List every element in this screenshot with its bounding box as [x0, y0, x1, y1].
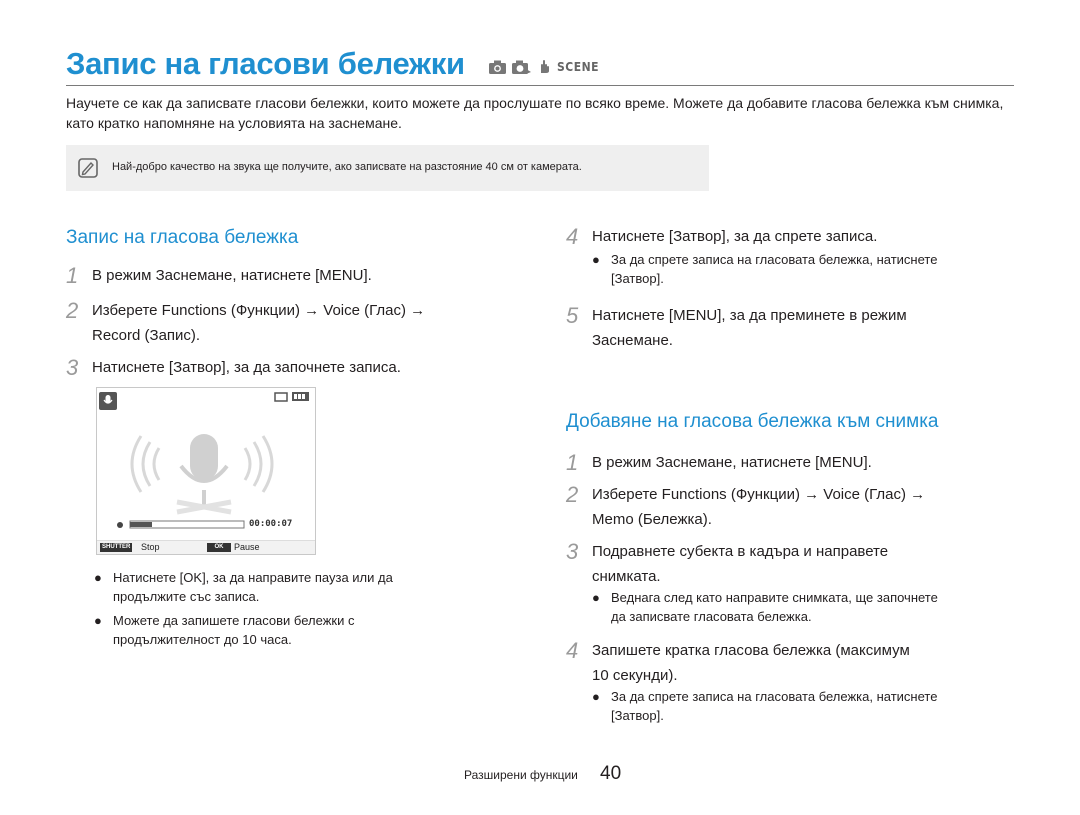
left-step-2: 2 Изберете Functions (Функции) → Voice (… — [66, 298, 425, 348]
step-text-cont: Memo (Бележка). — [592, 511, 712, 528]
section-heading-record: Запис на гласова бележка — [66, 227, 299, 248]
step-number: 5 — [566, 303, 579, 328]
left-step-1: 1 В режим Заснемане, натиснете [MENU]. — [66, 263, 372, 288]
pause-label: Pause — [234, 542, 260, 552]
stop-label: Stop — [141, 542, 160, 552]
step-number: 2 — [66, 298, 79, 323]
left-bullet-2: ● Можете да запишете гласови бележки с пр… — [94, 613, 355, 647]
step-text: Натиснете [Затвор], за да започнете запи… — [92, 359, 401, 376]
bullet-text-cont: продължите със записа. — [113, 589, 260, 604]
recording-time: 00:00:07 — [249, 519, 293, 529]
step-text: В режим Заснемане, натиснете [MENU]. — [592, 454, 872, 471]
step-number: 1 — [566, 450, 579, 475]
step-text: Подравнете субекта в кадъра и направете — [592, 543, 889, 560]
step-text: В режим Заснемане, натиснете [MENU]. — [92, 267, 372, 284]
step-number: 3 — [566, 539, 579, 564]
bullet-text: Можете да запишете гласови бележки с — [113, 613, 355, 628]
bullet-text: Веднага след като направите снимката, ще… — [611, 590, 938, 605]
step-text-cont: 10 секунди). — [592, 667, 678, 684]
right-step-b3-bullet: ● Веднага след като направите снимката, … — [592, 590, 938, 624]
scene-icon: SCENE — [557, 59, 599, 74]
bullet-text-cont: да записвате гласовата бележка. — [611, 609, 812, 624]
step-text-cont: Record (Запис). — [92, 327, 201, 344]
step-text: Изберете Functions (Функции) → Voice (Гл… — [92, 302, 426, 319]
bullet-text-cont: [Затвор]. — [611, 708, 664, 723]
step-text-cont: снимката. — [592, 568, 661, 585]
bullet-text: Натиснете [OK], за да направите пауза ил… — [113, 570, 393, 585]
shutter-key-icon: SHUTTER — [100, 543, 133, 552]
page-number: 40 — [600, 763, 622, 784]
right-step-4: 4 Натиснете [Затвор], за да спрете запис… — [566, 224, 877, 249]
bullet-text-cont: [Затвор]. — [611, 271, 664, 286]
title-divider — [66, 85, 1014, 86]
intro-text: Научете се как да записвате гласови беле… — [66, 95, 1004, 131]
right-step-b4-bullet: ● За да спрете записа на гласовата бележ… — [592, 689, 938, 723]
ok-key-icon: OK — [207, 543, 231, 552]
step-number: 2 — [566, 482, 579, 507]
camera-key-bar: SHUTTER Stop OK Pause — [97, 540, 315, 554]
bullet-text: За да спрете записа на гласовата бележка… — [611, 252, 938, 267]
step-text-cont: Заснемане. — [592, 332, 673, 349]
section-heading-add-to-photo: Добавяне на гласова бележка към снимка — [566, 411, 939, 432]
footer-section: Разширени функции — [464, 768, 578, 782]
right-step-4-bullet: ● За да спрете записа на гласовата бележ… — [592, 252, 938, 286]
note-icon — [78, 158, 98, 178]
bullet-text-cont: продължителност до 10 часа. — [113, 632, 292, 647]
note-text: Най-добро качество на звука ще получите,… — [112, 161, 582, 173]
right-step-b4: 4 Запишете кратка гласова бележка (макси… — [566, 638, 910, 688]
right-step-b2: 2 Изберете Functions (Функции) → Voice (… — [566, 482, 925, 532]
step-text: Изберете Functions (Функции) → Voice (Гл… — [592, 486, 926, 503]
left-step-3: 3 Натиснете [Затвор], за да започнете за… — [66, 355, 401, 380]
bullet-text: За да спрете записа на гласовата бележка… — [611, 689, 938, 704]
step-text: Запишете кратка гласова бележка (максиму… — [592, 642, 910, 659]
right-step-b1: 1 В режим Заснемане, натиснете [MENU]. — [566, 450, 872, 475]
step-number: 4 — [566, 224, 579, 249]
voice-recording-illustration — [99, 392, 309, 529]
camera-screen: 00:00:07 SHUTTER Stop OK Pause — [96, 387, 316, 555]
page-title: Запис на гласови бележки — [66, 46, 465, 81]
step-number: 1 — [66, 263, 79, 288]
camera-icon — [489, 60, 506, 74]
right-step-b3: 3 Подравнете субекта в кадъра и направет… — [566, 539, 888, 589]
step-text: Натиснете [Затвор], за да спрете записа. — [592, 228, 878, 245]
dual-is-icon — [541, 60, 549, 73]
smart-camera-icon — [512, 60, 531, 74]
note-box: Най-добро качество на звука ще получите,… — [66, 145, 709, 191]
mode-icons: SCENE — [489, 59, 599, 74]
step-number: 4 — [566, 638, 579, 663]
step-number: 3 — [66, 355, 79, 380]
left-bullet-1: ● Натиснете [OK], за да направите пауза … — [94, 570, 393, 604]
step-text: Натиснете [MENU], за да преминете в режи… — [592, 307, 907, 324]
right-step-5: 5 Натиснете [MENU], за да преминете в ре… — [566, 303, 907, 353]
